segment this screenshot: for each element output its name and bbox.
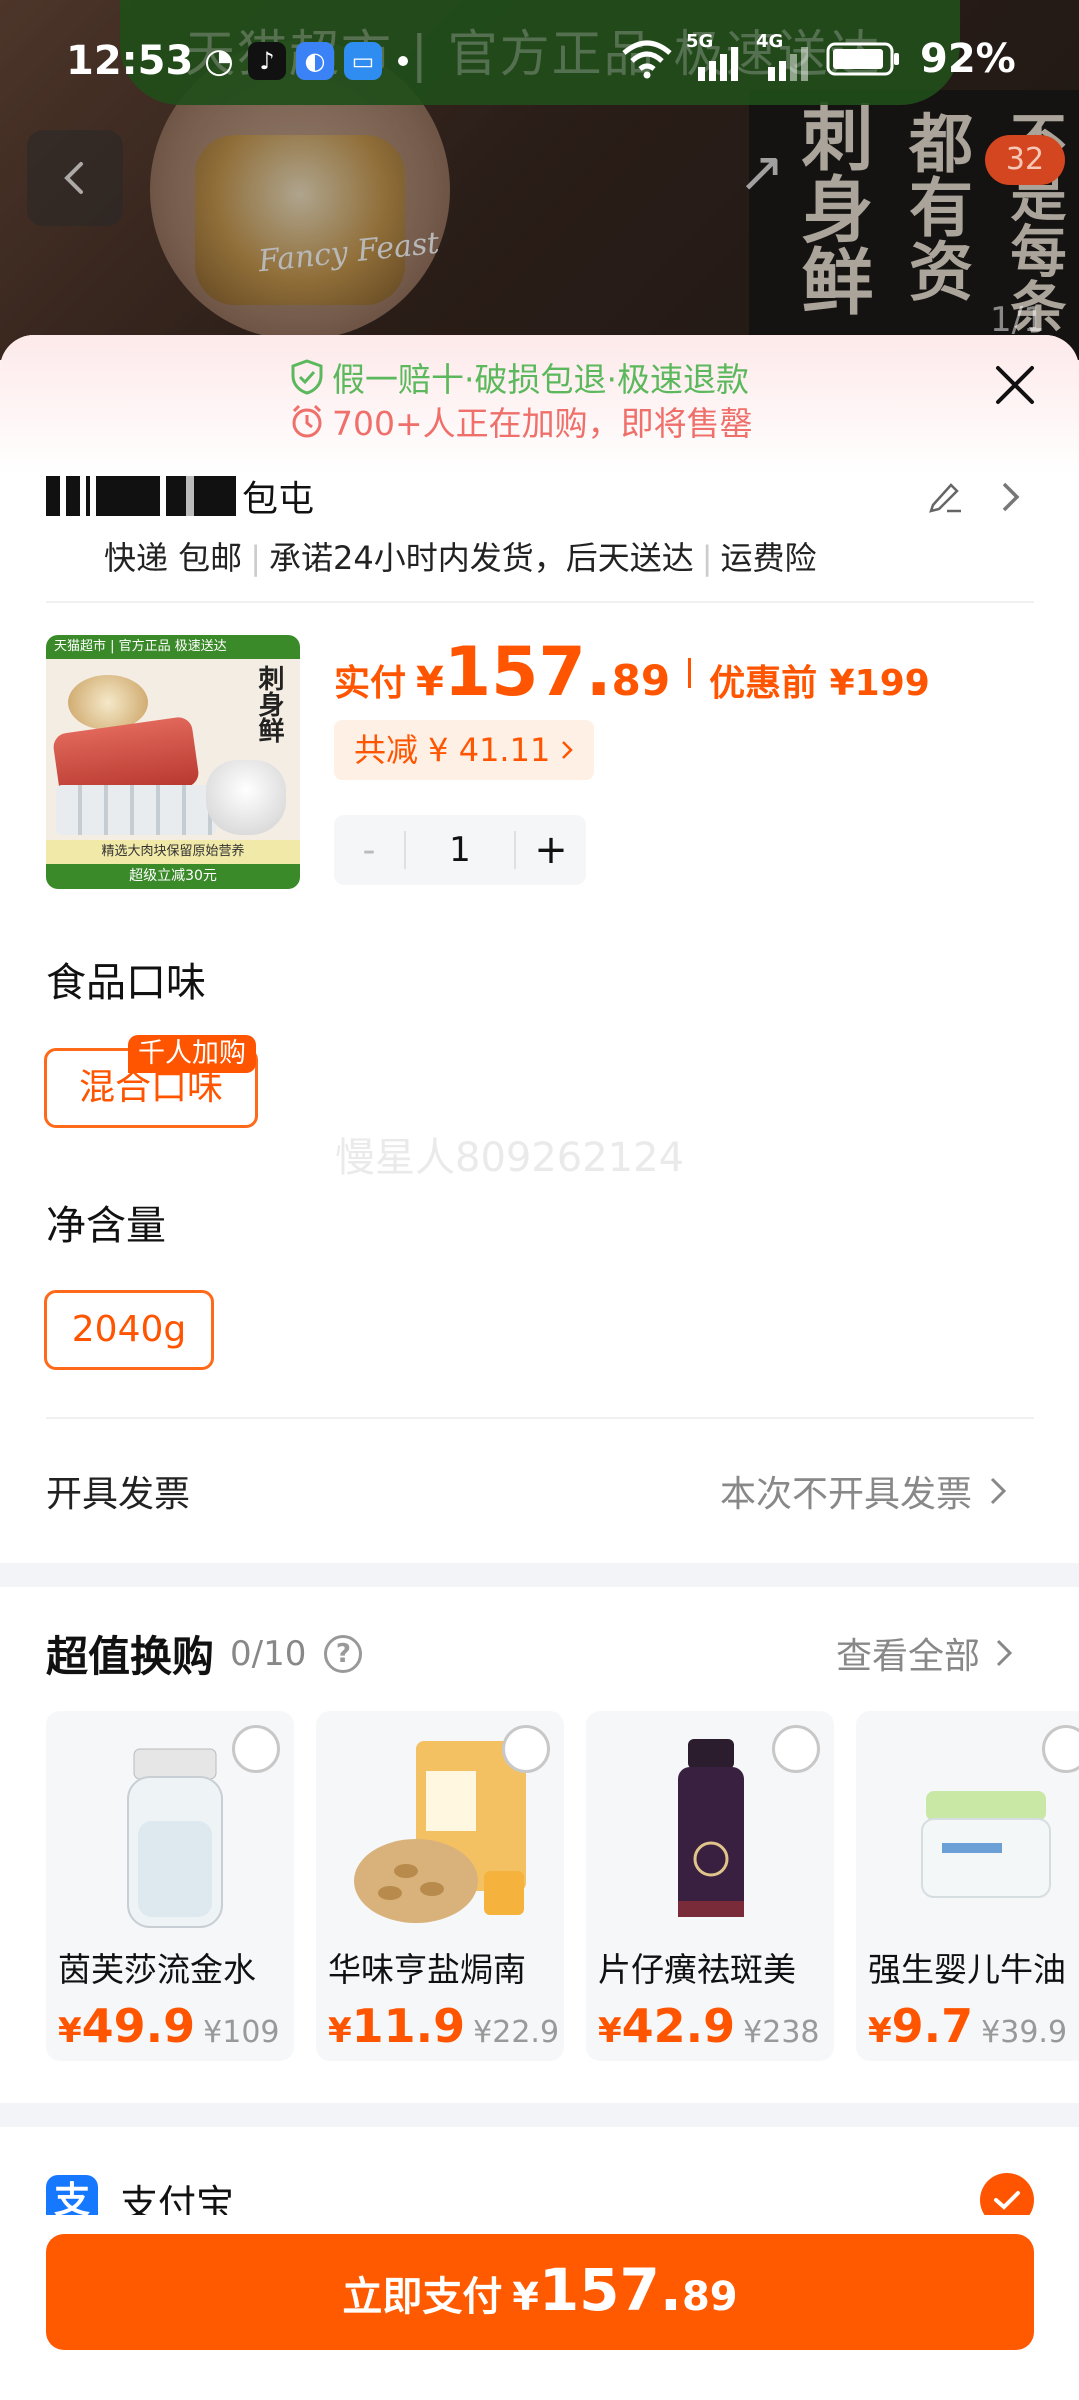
discount-text: 共减 ¥ 41.11: [354, 731, 551, 769]
urgency-text: 700+人正在加购，即将售罄: [332, 404, 753, 443]
deal-select-radio[interactable]: [502, 1725, 550, 1773]
quantity-value[interactable]: 1: [404, 831, 516, 869]
actual-pay-label: 实付: [334, 663, 407, 704]
pay-amount-decimal: 89: [681, 2274, 738, 2320]
divider: [688, 657, 692, 688]
checkmark-icon: [994, 2191, 1020, 2210]
recipient-name[interactable]: 包屯: [46, 470, 314, 522]
redacted-text: [166, 476, 236, 516]
deal-name: 片仔癀祛斑美: [598, 1950, 796, 1989]
redacted-text: [46, 476, 90, 516]
price-integer: 157.: [443, 633, 612, 712]
discount-detail-button[interactable]: 共减 ¥ 41.11: [334, 720, 595, 780]
deals-header: 超值换购 0/10 ?: [46, 1623, 363, 1684]
decrease-button[interactable]: -: [334, 830, 404, 871]
deal-select-radio[interactable]: [772, 1725, 820, 1773]
invoice-label: 开具发票: [46, 1474, 191, 1515]
deals-carousel: 茵芙莎流金水 ¥49.9 ¥109 华味亨盐焗南 ¥11.9 ¥22.9 片仔癀祛斑…: [46, 1711, 1079, 2061]
shield-check-icon: [291, 359, 323, 395]
quantity-stepper: - 1 +: [334, 815, 586, 885]
pay-now-button[interactable]: 立即支付 ¥ 157. 89: [46, 2234, 1034, 2350]
redacted-text: [96, 476, 160, 516]
deal-card[interactable]: 茵芙莎流金水 ¥49.9 ¥109: [46, 1711, 294, 2061]
currency-symbol: ¥: [512, 2275, 539, 2319]
weight-option-2040g[interactable]: 2040g: [44, 1290, 214, 1370]
shipping-insurance-label: 运费险: [720, 539, 817, 577]
deal-card[interactable]: 华味亨盐焗南 ¥11.9 ¥22.9: [316, 1711, 564, 2061]
deals-count: 0/10: [230, 1633, 307, 1674]
dispatch-promise-label: 承诺24小时内发货，后天送达: [268, 539, 694, 577]
deal-price: ¥49.9 ¥109: [58, 1999, 280, 2053]
notification-icons: ◔ ♪ ◐ ▭: [200, 42, 408, 80]
image-counter: 1/1: [990, 300, 1045, 340]
deals-title: 超值换购: [46, 1632, 215, 1681]
chevron-left-icon: [64, 162, 83, 194]
shipping-free-label: 快递 包邮: [104, 539, 243, 577]
wechat-icon: ◔: [204, 41, 234, 81]
urgency-banner: 700+人正在加购，即将售罄: [290, 397, 753, 445]
battery-icon: [826, 42, 899, 76]
close-icon[interactable]: [990, 360, 1040, 410]
price-row: 实付 ¥ 157. 89 优惠前 ¥199: [334, 633, 930, 712]
deal-price: ¥9.7 ¥39.9: [868, 1999, 1068, 2053]
guarantee-banner: 假一赔十·破损包退·极速退款: [290, 353, 749, 401]
watermark: 慢星人809262124: [335, 1135, 685, 1181]
wallet-icon: ▭: [344, 42, 382, 80]
recipient-name-suffix: 包屯: [242, 479, 315, 520]
delivery-info: 快递 包邮 | 承诺24小时内发货，后天送达 | 运费险: [104, 539, 817, 577]
view-all-link[interactable]: 查看全部: [836, 1627, 1014, 1679]
deal-price: ¥42.9 ¥238: [598, 1999, 820, 2053]
deal-select-radio[interactable]: [232, 1725, 280, 1773]
status-time: 12:53: [66, 38, 194, 84]
chevron-right-icon: [562, 741, 574, 759]
view-all-label: 查看全部: [836, 1636, 981, 1677]
status-right: 5G 4G 92%: [620, 31, 1016, 82]
pay-amount-integer: 157.: [538, 2256, 682, 2324]
signal-4g-icon: 4G: [756, 31, 814, 81]
flavor-title: 食品口味: [46, 960, 206, 1006]
guarantee-text: 假一赔十·破损包退·极速退款: [332, 360, 749, 399]
tiktok-icon: ♪: [248, 42, 286, 80]
weight-title: 净含量: [46, 1203, 166, 1249]
deal-name: 茵芙莎流金水: [58, 1950, 256, 1989]
deal-price: ¥11.9 ¥22.9: [328, 1999, 560, 2053]
section-gap: [0, 1563, 1079, 1587]
invoice-value: 本次不开具发票: [720, 1474, 973, 1515]
section-gap: [0, 2103, 1079, 2127]
deal-card[interactable]: 强生婴儿牛油 ¥9.7 ¥39.9: [856, 1711, 1079, 2061]
chevron-right-icon: [996, 1639, 1013, 1667]
price-decimal: 89: [611, 656, 671, 705]
help-icon[interactable]: ?: [324, 1634, 363, 1673]
chevron-right-icon: [990, 1477, 1007, 1505]
pay-now-label: 立即支付: [342, 2274, 503, 2320]
cart-count-badge[interactable]: 32: [985, 135, 1065, 185]
chevron-right-icon[interactable]: [995, 480, 1025, 514]
signal-5g-icon: 5G: [686, 31, 744, 81]
deal-name: 强生婴儿牛油: [868, 1950, 1066, 1989]
invoice-selector[interactable]: 本次不开具发票: [720, 1465, 1008, 1517]
currency-symbol: ¥: [416, 659, 444, 705]
popular-tag: 千人加购: [128, 1035, 256, 1073]
deal-name: 华味亨盐焗南: [328, 1950, 526, 1989]
checkout-sheet: 假一赔十·破损包退·极速退款 700+人正在加购，即将售罄 包屯 快递 包邮 | 承…: [0, 335, 1079, 2400]
more-notifications-dot: [398, 56, 408, 66]
browser-icon: ◐: [296, 42, 334, 80]
status-bar: 12:53 ◔ ♪ ◐ ▭ 5G 4G 92%: [0, 0, 1079, 120]
original-price: 优惠前 ¥199: [709, 663, 930, 704]
edit-pencil-icon[interactable]: [925, 475, 965, 515]
product-thumbnail[interactable]: 天猫超市 | 官方正品 极速送达 刺身鲜 精选大肉块保留原始营养 超级立减30元: [46, 635, 300, 889]
alarm-clock-icon: [292, 404, 322, 438]
wifi-icon: [622, 40, 672, 79]
share-icon[interactable]: ↗: [738, 140, 785, 205]
increase-button[interactable]: +: [516, 827, 586, 873]
deal-card[interactable]: 片仔癀祛斑美 ¥42.9 ¥238: [586, 1711, 834, 2061]
divider: [46, 1417, 1034, 1419]
divider: [46, 601, 1034, 603]
battery-percent: 92%: [920, 36, 1016, 82]
back-button[interactable]: [27, 130, 123, 226]
